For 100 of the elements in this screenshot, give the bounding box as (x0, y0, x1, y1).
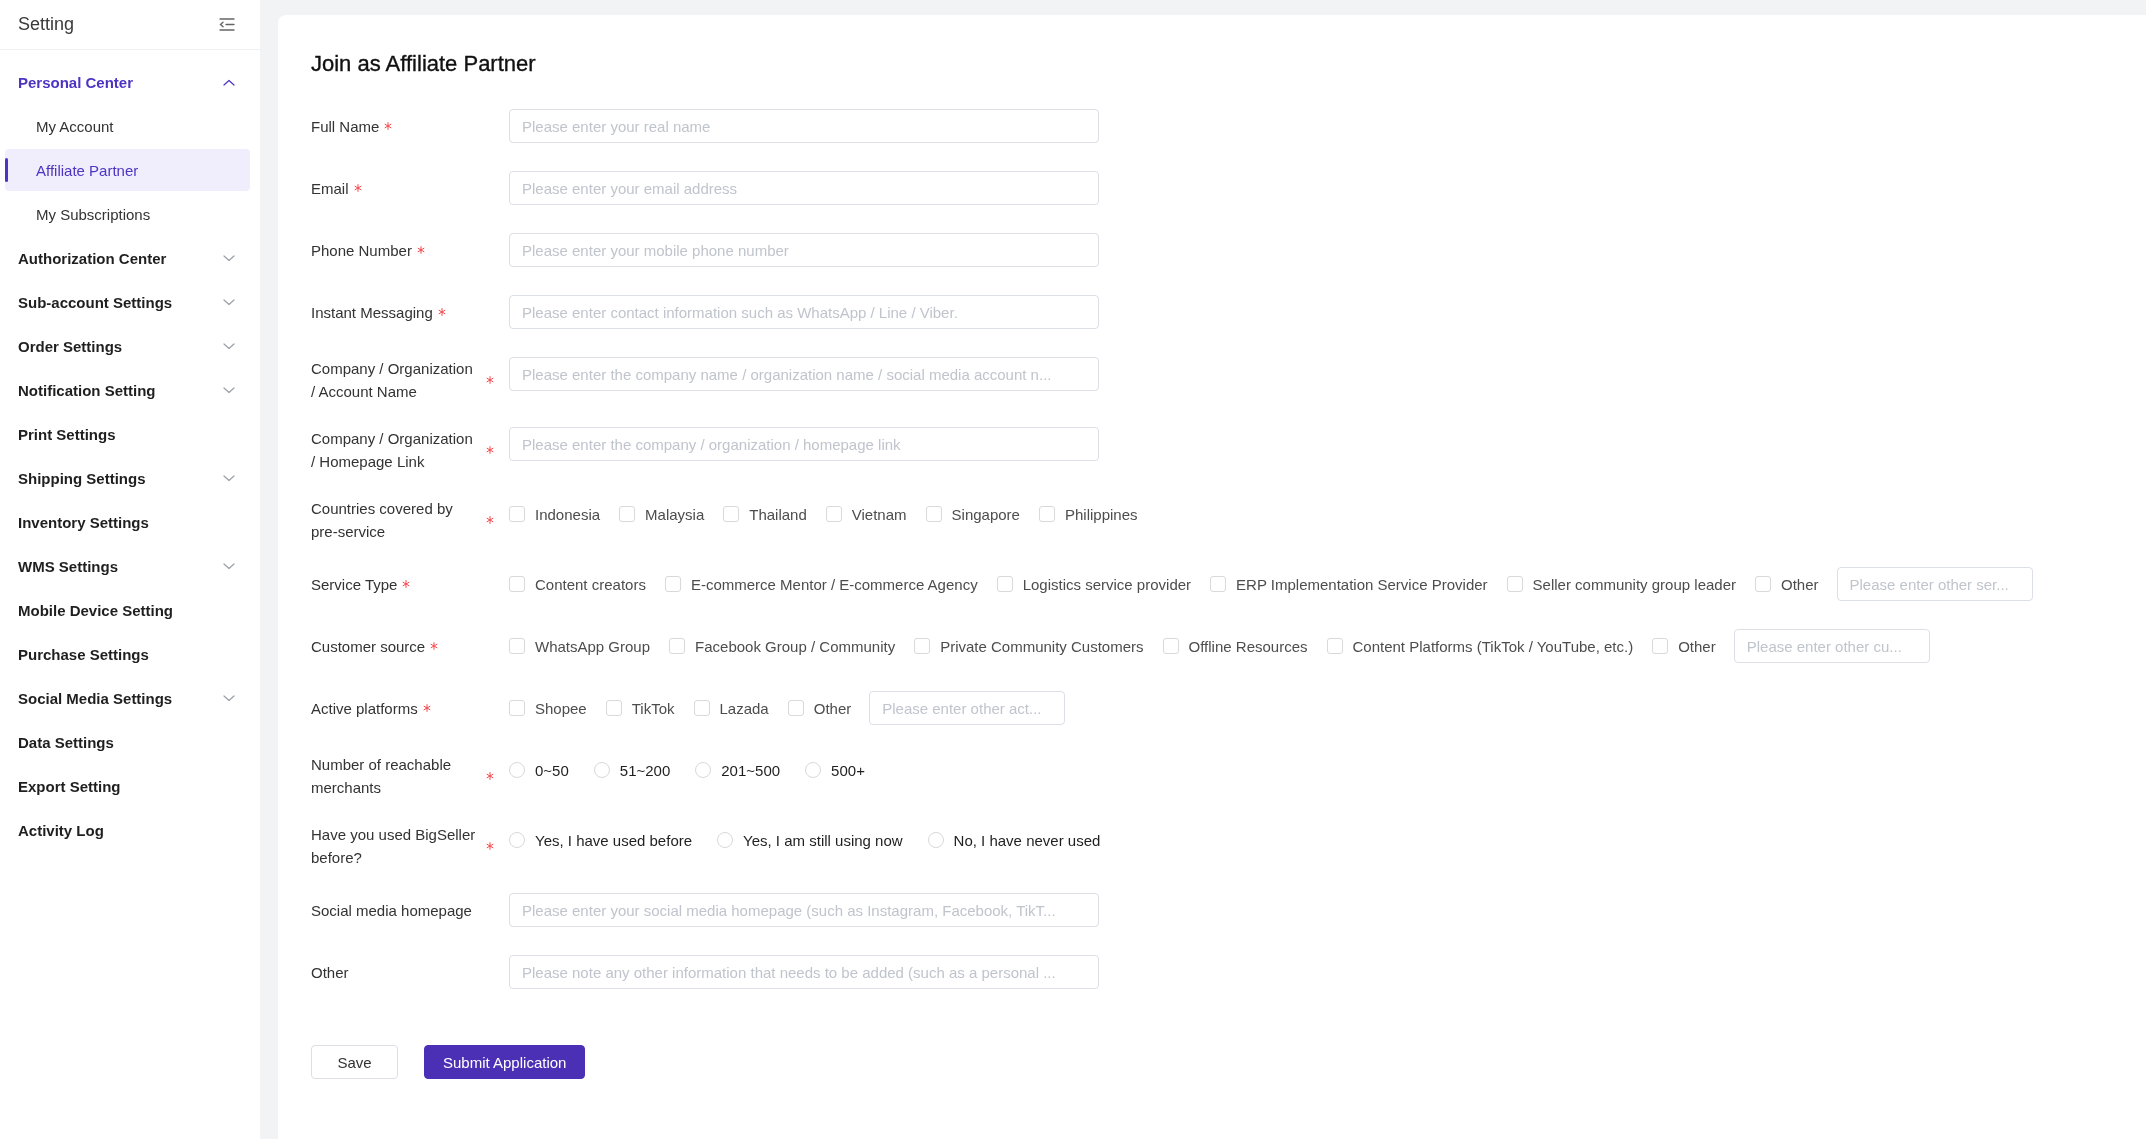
text-input[interactable]: Please note any other information that needs to be added (such as a personal ... (509, 955, 1099, 989)
menu-item[interactable]: Print Settings (5, 413, 250, 455)
checkbox[interactable] (1652, 638, 1669, 654)
other-input[interactable]: Please enter other act... (869, 691, 1066, 725)
checkbox-label[interactable]: WhatsApp Group (535, 637, 651, 655)
checkbox-label[interactable]: Philippines (1064, 505, 1138, 523)
menu-item[interactable]: Activity Log (5, 809, 250, 851)
checkbox-label[interactable]: Other (1781, 575, 1819, 593)
checkbox-label[interactable]: Thailand (749, 505, 807, 523)
checkbox-label[interactable]: Facebook Group / Community (695, 637, 896, 655)
checkbox-label[interactable]: Lazada (719, 699, 769, 717)
text-input[interactable]: Please enter the company / organization / homepage link (509, 427, 1099, 461)
menu-item[interactable]: Purchase Settings (5, 633, 250, 675)
text-input[interactable]: Please enter your email address (509, 171, 1099, 205)
radio-button[interactable] (717, 832, 734, 848)
checkbox-label[interactable]: TikTok (631, 699, 675, 717)
field-label: Have you used BigSeller before? (311, 825, 477, 868)
menu-item[interactable]: Data Settings (5, 721, 250, 763)
checkbox-label[interactable]: Malaysia (645, 505, 705, 523)
checkbox-label[interactable]: Other (813, 699, 852, 717)
text-input[interactable]: Please enter contact information such as WhatsApp / Line / Viber. (509, 295, 1099, 329)
checkbox-label[interactable]: Private Community Customers (940, 637, 1144, 655)
menu-group[interactable]: Sub-account Settings (5, 281, 250, 323)
menu-group[interactable]: Personal Center (5, 61, 250, 103)
checkbox-label[interactable]: Singapore (951, 505, 1020, 523)
radio-label[interactable]: 51~200 (619, 761, 671, 779)
field-label: Phone Number (311, 240, 412, 261)
checkbox-label[interactable]: Shopee (535, 699, 587, 717)
radio-label[interactable]: Yes, I have used before (535, 831, 693, 849)
checkbox[interactable] (693, 700, 710, 716)
checkbox-label[interactable]: Offline Resources (1188, 637, 1308, 655)
radio-button[interactable] (805, 762, 822, 778)
checkbox[interactable] (664, 576, 681, 592)
checkbox-label[interactable]: Indonesia (535, 505, 601, 523)
checkbox[interactable] (996, 576, 1013, 592)
checkbox[interactable] (1038, 506, 1055, 522)
checkbox[interactable] (1755, 576, 1771, 592)
checkbox-label[interactable]: Content Platforms (TikTok / YouTube, etc.) (1352, 637, 1634, 655)
checkbox-label[interactable]: ERP Implementation Service Provider (1236, 575, 1488, 593)
checkbox-label[interactable]: E-commerce Mentor / E-commerce Agency (690, 575, 978, 593)
field-label: Company / Organization / Account Name (311, 359, 474, 402)
menu-group[interactable]: Order Settings (5, 325, 250, 367)
checkbox-label[interactable]: Other (1678, 637, 1716, 655)
menu-item[interactable]: Inventory Settings (5, 501, 250, 543)
checkbox-label[interactable]: Vietnam (851, 505, 907, 523)
radio-button[interactable] (695, 762, 712, 778)
checkbox[interactable] (509, 638, 525, 654)
field-label: Social media homepage (311, 900, 472, 921)
checkbox[interactable] (619, 506, 636, 522)
radio-button[interactable] (509, 832, 525, 848)
checkbox[interactable] (1162, 638, 1179, 654)
menu-group[interactable]: Authorization Center (5, 237, 250, 279)
radio-label[interactable]: 201~500 (721, 761, 781, 779)
checkbox[interactable] (1210, 576, 1227, 592)
checkbox-label[interactable]: Logistics service provider (1022, 575, 1192, 593)
checkbox[interactable] (509, 700, 525, 716)
menu-item[interactable]: My Account (5, 105, 250, 147)
menu-group[interactable]: WMS Settings (5, 545, 250, 587)
radio-button[interactable] (927, 832, 944, 848)
text-input[interactable]: Please enter your real name (509, 109, 1099, 143)
menu-group[interactable]: Notification Setting (5, 369, 250, 411)
menu-collapse-icon[interactable] (219, 18, 235, 31)
checkbox[interactable] (669, 638, 686, 654)
page-title: Join as Affiliate Partner (311, 50, 537, 78)
text-input[interactable]: Please enter your mobile phone number (509, 233, 1099, 267)
checkbox[interactable] (605, 700, 622, 716)
checkbox[interactable] (723, 506, 740, 522)
field-label: Company / Organization / Homepage Link (311, 429, 474, 472)
checkbox[interactable] (825, 506, 842, 522)
radio-label[interactable]: 0~50 (535, 761, 569, 779)
text-input[interactable]: Please enter the company name / organization name / social media account n... (509, 357, 1099, 391)
submit-button[interactable]: Submit Application (424, 1045, 586, 1079)
checkbox[interactable] (1326, 638, 1343, 654)
radio-label[interactable]: 500+ (831, 761, 865, 779)
sidebar-title: Setting (18, 14, 75, 35)
checkbox-label[interactable]: Content creators (535, 575, 646, 593)
checkbox[interactable] (914, 638, 931, 654)
menu-item[interactable]: My Subscriptions (5, 193, 250, 235)
checkbox[interactable] (925, 506, 942, 522)
radio-label[interactable]: Yes, I am still using now (743, 831, 903, 849)
radio-label[interactable]: No, I have never used (953, 831, 1101, 849)
radio-button[interactable] (509, 762, 525, 778)
checkbox[interactable] (509, 506, 525, 522)
other-input[interactable]: Please enter other ser... (1836, 567, 2033, 601)
field-label: Active platforms (311, 698, 418, 719)
menu-group[interactable]: Social Media Settings (5, 677, 250, 719)
menu-item[interactable]: Affiliate Partner (5, 149, 250, 191)
menu-item[interactable]: Mobile Device Setting (5, 589, 250, 631)
text-input[interactable]: Please enter your social media homepage (such as Instagram, Facebook, TikT... (509, 893, 1099, 927)
field-label: Number of reachable merchants (311, 755, 453, 798)
menu-group[interactable]: Shipping Settings (5, 457, 250, 499)
checkbox[interactable] (1506, 576, 1523, 592)
checkbox-label[interactable]: Seller community group leader (1532, 575, 1736, 593)
save-button[interactable]: Save (311, 1045, 398, 1079)
checkbox[interactable] (787, 700, 804, 716)
field-label: Countries covered by pre-service (311, 499, 454, 542)
other-input[interactable]: Please enter other cu... (1733, 629, 1930, 663)
radio-button[interactable] (593, 762, 610, 778)
menu-item[interactable]: Export Setting (5, 765, 250, 807)
checkbox[interactable] (509, 576, 525, 592)
